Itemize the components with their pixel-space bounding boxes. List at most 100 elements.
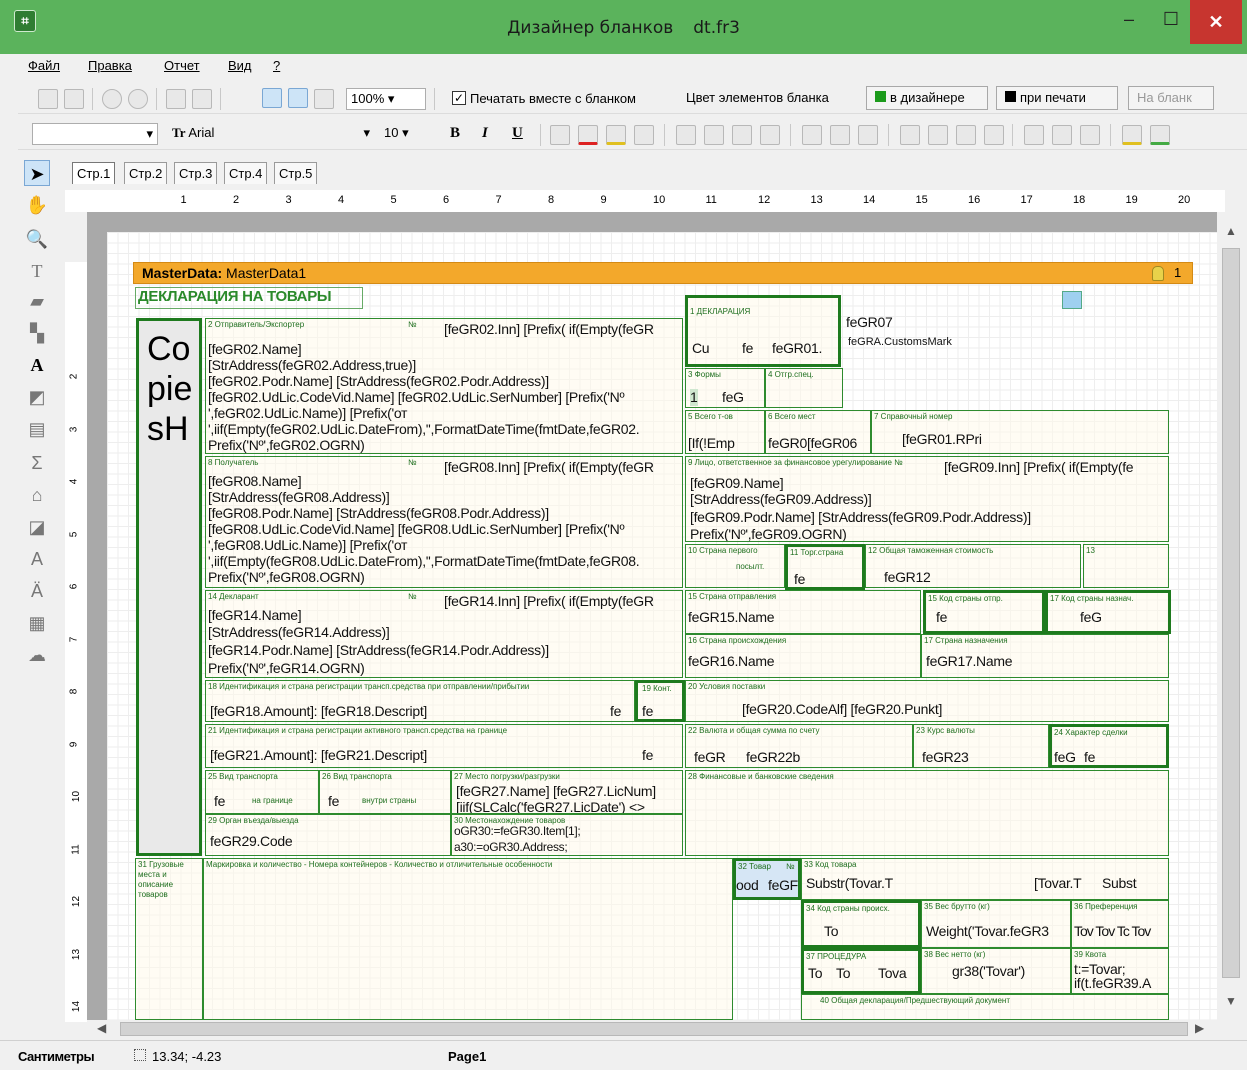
- show-grid-icon[interactable]: [262, 88, 282, 108]
- text-tool-icon[interactable]: T: [24, 258, 50, 284]
- frame-bottom-icon[interactable]: [928, 125, 948, 145]
- menu-report[interactable]: Отчет: [164, 58, 200, 73]
- units-status[interactable]: Сантиметры: [18, 1049, 95, 1064]
- band-icon[interactable]: ▰: [24, 288, 50, 314]
- copy-icon[interactable]: ▤: [24, 416, 50, 442]
- subreport-icon[interactable]: ▚: [24, 320, 50, 346]
- text-object-icon[interactable]: A: [24, 352, 50, 378]
- box-1-declaration[interactable]: 1 ДЕКЛАРАЦИЯ Cu fe feGR01.: [685, 295, 841, 367]
- box-24-transaction-type[interactable]: 24 Характер сделки feG fe: [1049, 724, 1169, 768]
- box-17-destination-country[interactable]: 17 Страна назначения feGR17.Name: [921, 634, 1169, 678]
- cloud-icon[interactable]: ☁: [24, 642, 50, 668]
- style-select[interactable]: ▾: [32, 123, 158, 145]
- box-9-financial-person[interactable]: 9 Лицо, ответственное за финансовое урег…: [685, 456, 1169, 542]
- numbers-icon[interactable]: ▦: [24, 610, 50, 636]
- box-25-transport-border[interactable]: 25 Вид транспорта fe на границе: [205, 770, 319, 814]
- font-select[interactable]: Tr Arial ▾: [168, 123, 374, 145]
- box-19-container[interactable]: 19 Конт. fe: [635, 680, 685, 722]
- menu-help[interactable]: ?: [273, 58, 280, 73]
- scroll-down-icon[interactable]: ▼: [1225, 994, 1237, 1008]
- save-icon[interactable]: [38, 89, 58, 109]
- box-15-dispatch-country[interactable]: 15 Страна отправления feGR15.Name: [685, 590, 921, 634]
- form-heading[interactable]: ДЕКЛАРАЦИЯ НА ТОВАРЫ: [135, 287, 363, 309]
- tab-page-4[interactable]: Стр.4: [224, 162, 268, 184]
- select-arrow-icon[interactable]: ➤: [24, 160, 50, 186]
- valign-middle-icon[interactable]: [830, 125, 850, 145]
- box-18-transport-id[interactable]: 18 Идентификация и страна регистрации тр…: [205, 680, 635, 722]
- on-print-button[interactable]: при печати: [996, 86, 1118, 110]
- box-36-preference[interactable]: 36 Преференция Tov Tov Tc Tov: [1071, 900, 1169, 948]
- redo-icon[interactable]: [128, 89, 148, 109]
- box-2-sender[interactable]: 2 Отправитель/Экспортер № [feGR02.Inn] […: [205, 318, 683, 454]
- print-with-form-checkbox[interactable]: ✓: [452, 91, 466, 105]
- box-38-net-weight[interactable]: 38 Вес нетто (кг) gr38('Tovar'): [921, 948, 1071, 994]
- box-23-exchange-rate[interactable]: 23 Курс валюты feGR23: [913, 724, 1049, 768]
- fill-color-icon[interactable]: [1122, 125, 1142, 145]
- frame-right-icon[interactable]: [984, 125, 1004, 145]
- frame-all-icon[interactable]: [1024, 125, 1044, 145]
- box-27-loading-place[interactable]: 27 Место погрузки/разгрузки [feGR27.Name…: [451, 770, 683, 814]
- zoom-icon[interactable]: 🔍: [24, 226, 50, 252]
- menu-view[interactable]: Вид: [228, 58, 252, 73]
- box-33-commodity-code[interactable]: 33 Код товара Substr(Tovar.T [Tovar.T Su…: [801, 858, 1169, 900]
- box-16-origin-country[interactable]: 16 Страна происхождения feGR16.Name: [685, 634, 921, 678]
- scroll-right-icon[interactable]: ▶: [1195, 1021, 1204, 1035]
- box-17a-destination-code[interactable]: 17 Код страны назнач. feG: [1045, 590, 1171, 634]
- box-14-declarant[interactable]: 14 Декларант № [feGR14.Inn] [Prefix( if(…: [205, 590, 683, 678]
- fit-text-icon[interactable]: Ä: [24, 578, 50, 604]
- box-34-origin-code[interactable]: 34 Код страны происх. To: [801, 900, 921, 948]
- tab-page-1[interactable]: Стр.1: [72, 162, 116, 184]
- horizontal-scroll-thumb[interactable]: [120, 1022, 1188, 1036]
- picture-icon[interactable]: ◩: [24, 384, 50, 410]
- box-26-transport-inland[interactable]: 26 Вид транспорта fe внутри страны: [319, 770, 451, 814]
- box-15a-dispatch-code[interactable]: 15 Код страны отпр. fe: [923, 590, 1045, 634]
- box-31-description[interactable]: Маркировка и количество - Номера контейн…: [203, 858, 733, 1020]
- box-21-active-transport[interactable]: 21 Идентификация и страна регистрации ак…: [205, 724, 683, 768]
- hand-icon[interactable]: ✋: [24, 192, 50, 218]
- box-4-shipping-spec[interactable]: 4 Отгр.спец.: [765, 368, 843, 408]
- image-placeholder-icon[interactable]: [1062, 291, 1082, 309]
- box-29-customs-office[interactable]: 29 Орган въезда/выезда feGR29.Code: [205, 814, 451, 856]
- box-40-general-declaration[interactable]: 40 Общая декларация/Предшествующий докум…: [801, 994, 1169, 1020]
- box-3-forms[interactable]: 3 Формы 1 feG: [685, 368, 765, 408]
- close-button[interactable]: ✕: [1190, 0, 1242, 44]
- fit-grid-icon[interactable]: [314, 89, 334, 109]
- box-13[interactable]: 13: [1083, 544, 1169, 588]
- menu-file[interactable]: Файл: [28, 58, 60, 73]
- align-right-icon[interactable]: [732, 125, 752, 145]
- scroll-up-icon[interactable]: ▲: [1225, 224, 1237, 238]
- group-icon[interactable]: [166, 89, 186, 109]
- preview-icon[interactable]: [64, 89, 84, 109]
- box-35-gross-weight[interactable]: 35 Вес брутто (кг) Weight('Tovar.feGR3: [921, 900, 1071, 948]
- customs-mark-field[interactable]: feGRA.CustomsMark: [846, 335, 954, 349]
- frame-top-icon[interactable]: [900, 125, 920, 145]
- align-to-grid-icon[interactable]: [288, 88, 308, 108]
- masterdata-band-header[interactable]: MasterData: MasterData1 1: [133, 262, 1193, 284]
- box-22-currency-amount[interactable]: 22 Валюта и общая сумма по счету feGR fe…: [685, 724, 913, 768]
- sum-icon[interactable]: Σ: [24, 450, 50, 476]
- box-6-places-total[interactable]: 6 Всего мест feGR0[feGR06: [765, 410, 871, 454]
- minimize-button[interactable]: –: [1106, 0, 1152, 40]
- box-7-field[interactable]: feGR07: [846, 314, 893, 331]
- box-31-packages-label[interactable]: 31 Грузовые места и описание товаров: [135, 858, 203, 1020]
- align-justify-icon[interactable]: [760, 125, 780, 145]
- box-7-reference[interactable]: 7 Справочный номер [feGR01.RPri: [871, 410, 1169, 454]
- zoom-select[interactable]: 100% ▾: [346, 88, 426, 110]
- box-12-customs-value[interactable]: 12 Общая таможенная стоимость feGR12: [865, 544, 1081, 588]
- box-30-goods-location[interactable]: 30 Местонахождение товаров oGR30:=feGR30…: [451, 814, 683, 856]
- font-size-select[interactable]: 10 ▾: [380, 123, 432, 145]
- in-designer-button[interactable]: в дизайнере: [866, 86, 988, 110]
- valign-bottom-icon[interactable]: [858, 125, 878, 145]
- menu-edit[interactable]: Правка: [88, 58, 132, 73]
- underline-button[interactable]: U: [512, 125, 523, 142]
- rotate-text-icon[interactable]: [634, 125, 654, 145]
- box-11-trade-country[interactable]: 11 Торг.страна fe: [785, 544, 865, 590]
- scroll-left-icon[interactable]: ◀: [97, 1021, 106, 1035]
- bold-button[interactable]: B: [450, 125, 460, 142]
- tab-page-5[interactable]: Стр.5: [274, 162, 318, 184]
- box-8-consignee[interactable]: 8 Получатель № [feGR08.Inn] [Prefix( if(…: [205, 456, 683, 588]
- ungroup-icon[interactable]: [192, 89, 212, 109]
- box-32-item[interactable]: 32 Товар № ood feGF: [733, 858, 801, 900]
- copies-field[interactable]: Co pie sH: [136, 318, 202, 856]
- font-color-icon[interactable]: [578, 125, 598, 145]
